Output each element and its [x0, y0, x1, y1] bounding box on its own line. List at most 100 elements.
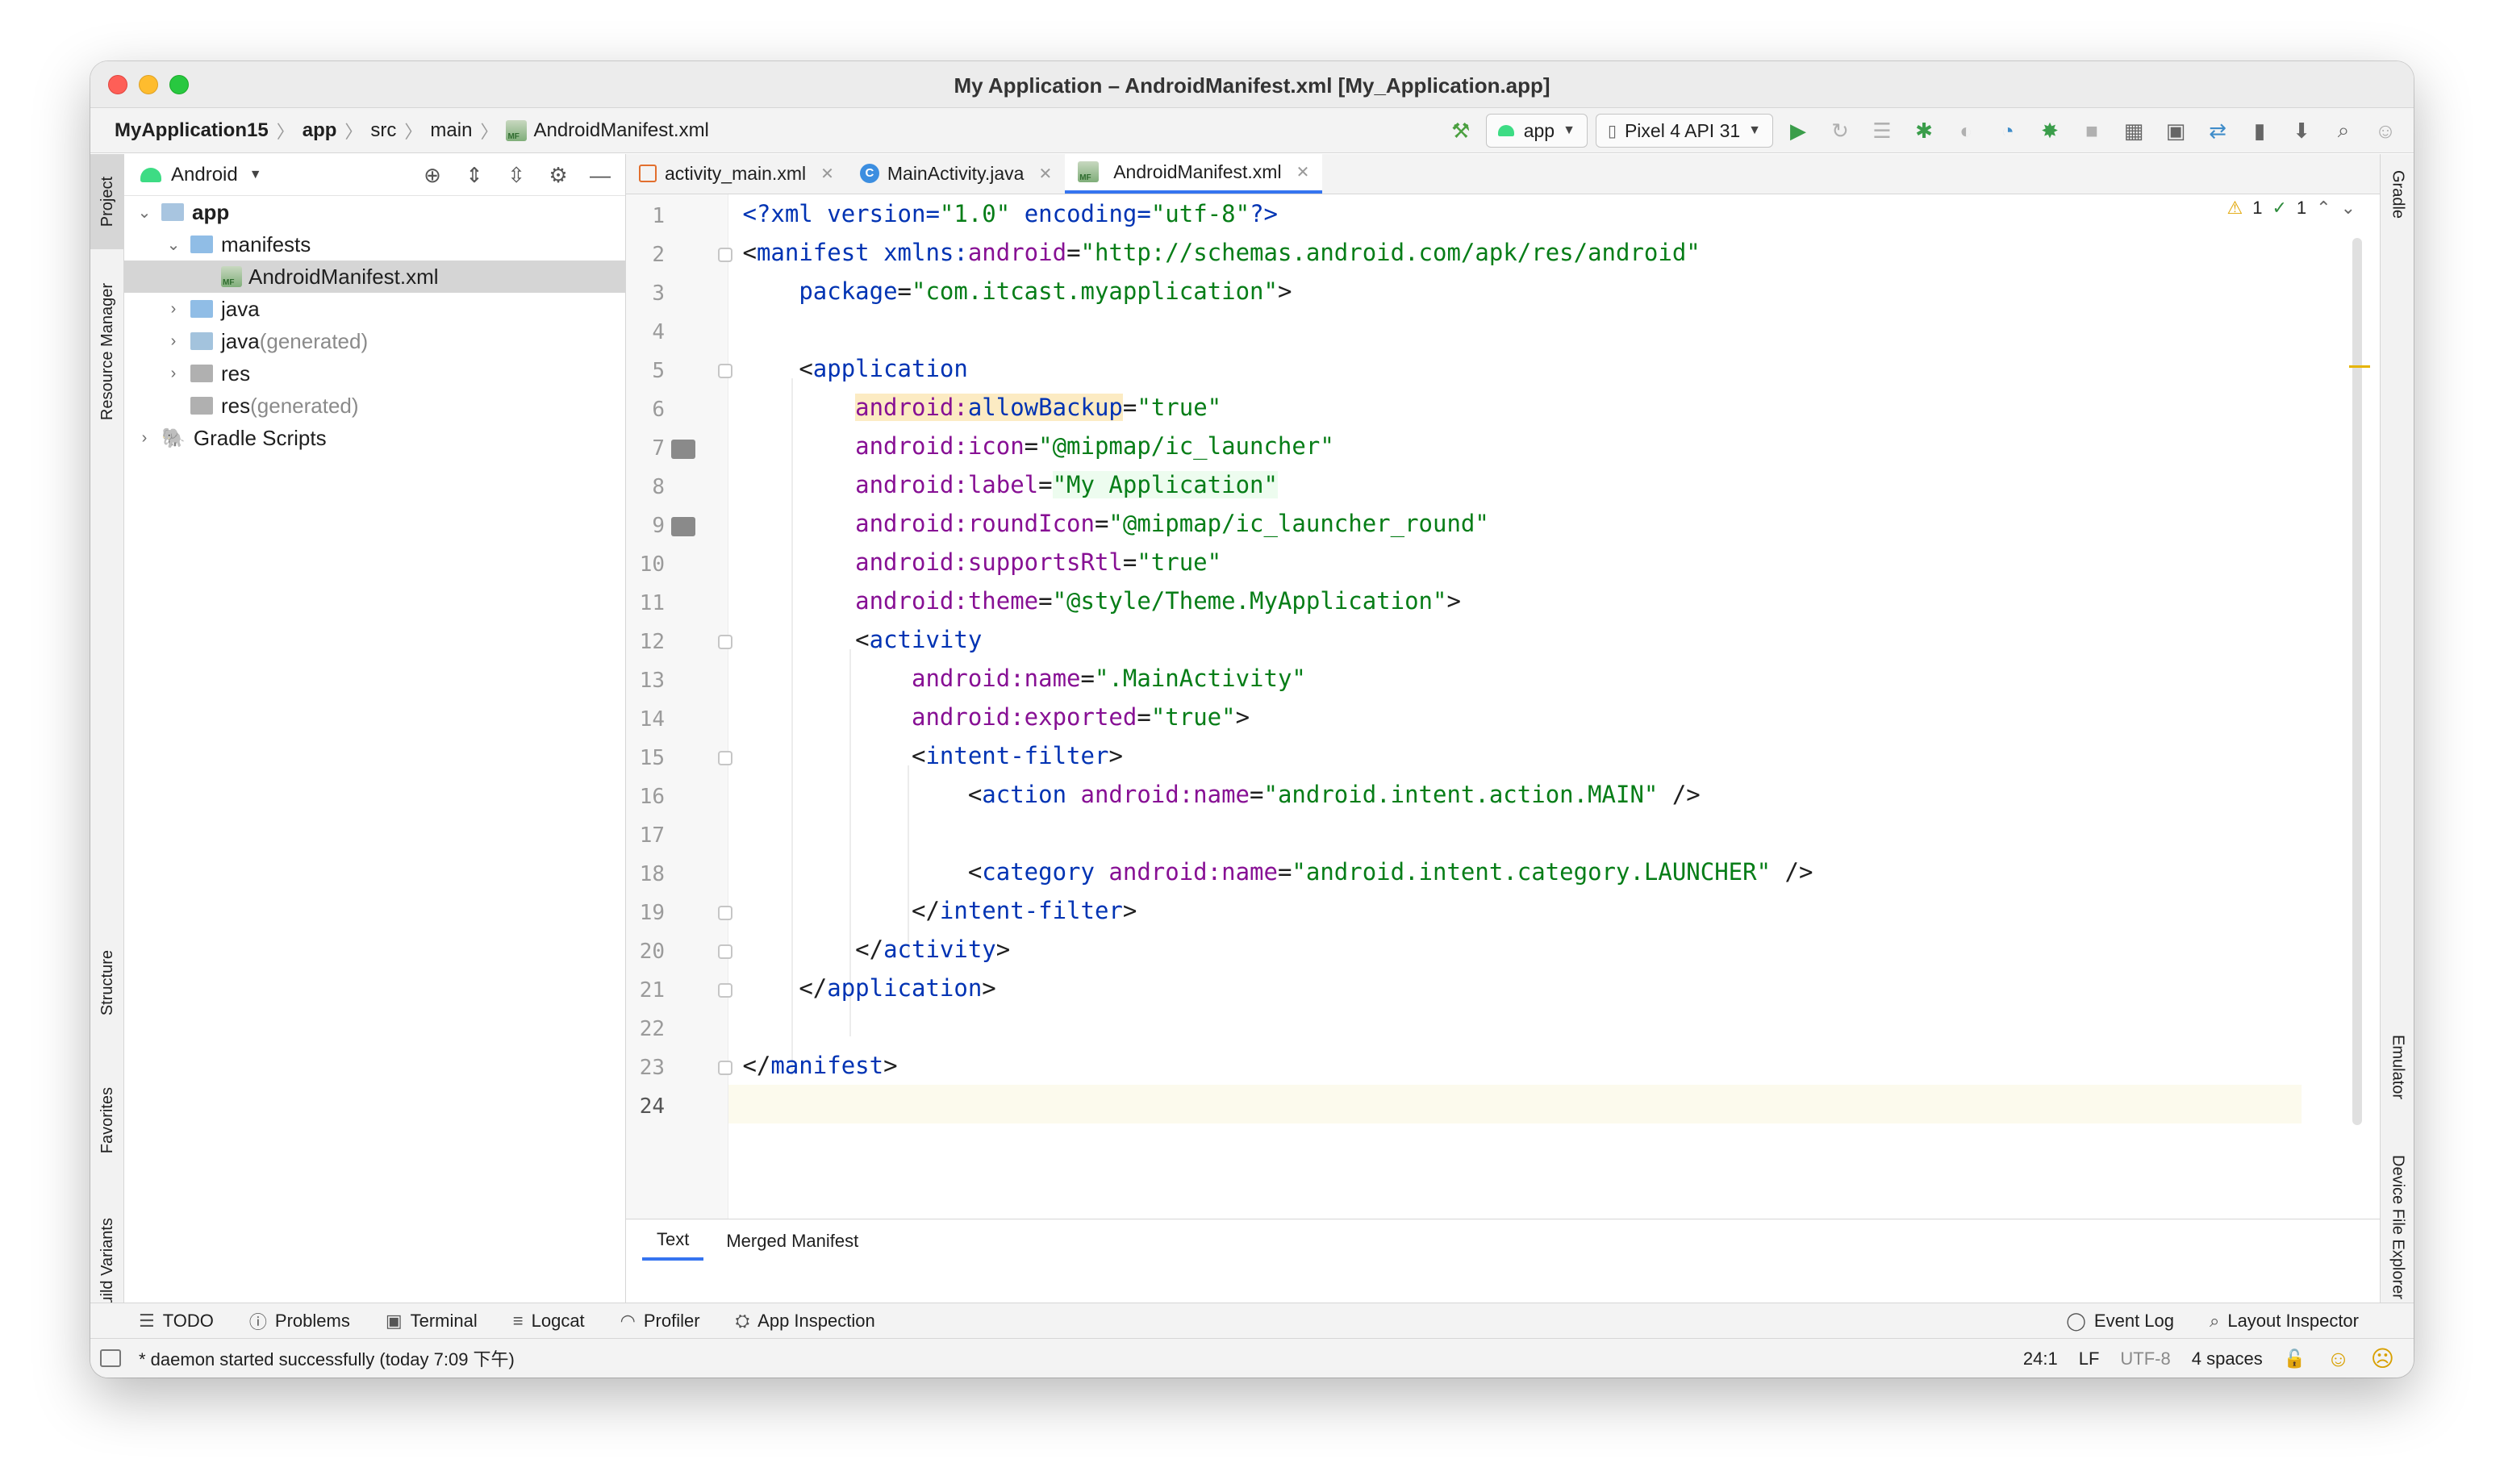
search-icon[interactable]: ⌕ [2327, 115, 2360, 147]
device-file-explorer-tool-tab[interactable]: Device File Explorer [2381, 1138, 2414, 1315]
line-number: 5 [652, 359, 665, 383]
gradle-tool-tab[interactable]: Gradle [2381, 154, 2414, 235]
project-tool-tab[interactable]: Project [90, 154, 124, 249]
layout-inspector-label: Layout Inspector [2227, 1311, 2359, 1331]
emulator-tool-tab[interactable]: Emulator [2381, 1011, 2414, 1123]
chevron-up-icon[interactable]: ⌃ [2316, 198, 2331, 219]
inspection-icon: ⛭ [735, 1310, 750, 1331]
chevron-down-icon[interactable]: ▼ [249, 168, 262, 182]
bug-icon[interactable]: ✸ [2033, 115, 2067, 147]
project-structure-icon[interactable]: ▦ [2117, 115, 2151, 147]
image-preview-icon[interactable] [671, 517, 695, 536]
tree-item-app[interactable]: ⌄ app [124, 196, 625, 228]
expand-all-icon[interactable]: ⇕ [459, 163, 490, 188]
chevron-right-icon[interactable]: › [165, 332, 182, 351]
sad-feedback-icon[interactable]: ☹ [2371, 1345, 2394, 1372]
attach-icon[interactable]: ◐ [1949, 115, 1983, 147]
inspection-widget[interactable]: ⚠ 1 ✓ 1 ⌃ ⌄ [2226, 198, 2356, 219]
collapse-all-icon[interactable]: ⇳ [501, 163, 532, 188]
code-line: package="com.itcast.myapplication"> [799, 277, 1292, 305]
status-message[interactable]: * daemon started successfully (today 7:0… [139, 1345, 515, 1371]
file-encoding[interactable]: UTF-8 [2120, 1349, 2170, 1369]
chevron-right-icon[interactable]: › [165, 365, 182, 383]
tab-mainactivity-java[interactable]: C MainActivity.java ✕ [847, 153, 1065, 194]
chevron-down-icon[interactable]: ⌄ [136, 202, 153, 223]
profiler-tool-button[interactable]: ◠ Profiler [620, 1311, 700, 1332]
run-icon[interactable]: ▶ [1781, 115, 1815, 147]
resource-manager-tool-tab[interactable]: Resource Manager [90, 267, 124, 436]
breadcrumb-main[interactable]: main [425, 119, 477, 142]
code-line: android:roundIcon="@mipmap/ic_launcher_r… [855, 510, 1489, 537]
tree-item-java[interactable]: › java [124, 293, 625, 325]
emulator-tab-label: Emulator [2389, 1034, 2407, 1100]
tree-item-manifests[interactable]: ⌄ manifests [124, 228, 625, 261]
code-line: android:icon="@mipmap/ic_launcher" [855, 432, 1334, 460]
profile-icon[interactable]: ◔ [1991, 115, 2025, 147]
code-editor[interactable]: <?xml version="1.0" encoding="utf-8"?> <… [728, 194, 2302, 1219]
app-inspection-tool-button[interactable]: ⛭ App Inspection [736, 1311, 875, 1332]
hide-icon[interactable]: — [585, 163, 616, 188]
todo-tool-button[interactable]: ☰ TODO [139, 1311, 214, 1332]
tree-item-gradle-scripts[interactable]: › 🐘 Gradle Scripts [124, 422, 625, 454]
debug-icon[interactable]: ✱ [1907, 115, 1941, 147]
tab-androidmanifest-xml[interactable]: AndroidManifest.xml ✕ [1065, 153, 1323, 194]
favorites-tool-tab[interactable]: Favorites [90, 1064, 124, 1177]
code-line: </activity> [855, 936, 1011, 963]
avd-icon[interactable]: ▮ [2243, 115, 2277, 147]
tab-merged-manifest[interactable]: Merged Manifest [712, 1222, 873, 1261]
lock-icon[interactable]: 🔓 [2284, 1349, 2306, 1369]
gauge-icon: ◠ [620, 1310, 636, 1331]
line-number: 15 [639, 746, 665, 770]
terminal-icon[interactable]: ▣ [2159, 115, 2193, 147]
sync-icon[interactable]: ⇄ [2201, 115, 2235, 147]
chevron-right-icon[interactable]: › [165, 300, 182, 319]
tree-item-androidmanifest[interactable]: AndroidManifest.xml [124, 261, 625, 293]
tab-text[interactable]: Text [642, 1222, 704, 1261]
close-icon[interactable]: ✕ [820, 164, 834, 184]
tab-activity-main-xml[interactable]: activity_main.xml ✕ [626, 153, 847, 194]
breadcrumb-src[interactable]: src [365, 119, 401, 142]
sdk-icon[interactable]: ⬇ [2285, 115, 2318, 147]
happy-feedback-icon[interactable]: ☺ [2327, 1346, 2350, 1372]
tab-label: MainActivity.java [887, 162, 1025, 184]
locate-icon[interactable]: ⊕ [417, 163, 448, 188]
chevron-down-icon[interactable]: ⌄ [165, 235, 182, 255]
list-icon[interactable]: ☰ [1865, 115, 1899, 147]
navigation-bar: MyApplication15〉 app〉 src〉 main〉 Android… [90, 108, 2414, 153]
project-view-select[interactable]: Android [171, 164, 238, 186]
line-separator[interactable]: LF [2079, 1349, 2100, 1369]
image-preview-icon[interactable] [671, 440, 695, 459]
problems-tool-button[interactable]: ⓘ Problems [249, 1308, 350, 1334]
chevron-right-icon[interactable]: › [136, 429, 153, 448]
breadcrumb-file[interactable]: AndroidManifest.xml [501, 119, 713, 142]
toggle-tool-windows-icon[interactable] [100, 1349, 121, 1367]
code-line: <intent-filter> [911, 742, 1123, 769]
structure-tool-tab[interactable]: Structure [90, 927, 124, 1040]
editor-scrollbar[interactable] [2352, 238, 2362, 1125]
indent-setting[interactable]: 4 spaces [2192, 1349, 2263, 1369]
run-config-select[interactable]: app ▼ [1485, 114, 1588, 148]
logcat-icon: ≡ [512, 1310, 524, 1331]
breadcrumb-project[interactable]: MyApplication15 [110, 119, 273, 142]
gear-icon[interactable]: ⚙ [543, 163, 574, 188]
chevron-down-icon[interactable]: ⌄ [2341, 198, 2356, 219]
hammer-icon[interactable]: ⚒ [1444, 115, 1478, 147]
caret-position[interactable]: 24:1 [2023, 1349, 2058, 1369]
stop-icon[interactable]: ■ [2075, 115, 2109, 147]
tree-item-res-generated[interactable]: res (generated) [124, 390, 625, 422]
terminal-tool-button[interactable]: ▣ Terminal [386, 1311, 478, 1332]
layout-inspector-tool-button[interactable]: ⌕ Layout Inspector [2210, 1311, 2359, 1332]
tree-item-res[interactable]: › res [124, 357, 625, 390]
tree-item-java-generated[interactable]: › java (generated) [124, 325, 625, 357]
manifest-view-tabs: Text Merged Manifest [626, 1219, 2380, 1261]
event-log-tool-button[interactable]: ◯ Event Log [2066, 1311, 2174, 1332]
rerun-icon[interactable]: ↻ [1823, 115, 1857, 147]
line-number: 10 [639, 552, 665, 577]
close-icon[interactable]: ✕ [1296, 162, 1310, 182]
device-select[interactable]: ▯ Pixel 4 API 31 ▼ [1595, 114, 1773, 148]
user-icon[interactable]: ☺ [2368, 115, 2402, 147]
logcat-tool-button[interactable]: ≡ Logcat [513, 1311, 585, 1332]
warning-marker[interactable] [2349, 365, 2370, 368]
close-icon[interactable]: ✕ [1038, 164, 1052, 184]
breadcrumb-module[interactable]: app [298, 119, 342, 142]
